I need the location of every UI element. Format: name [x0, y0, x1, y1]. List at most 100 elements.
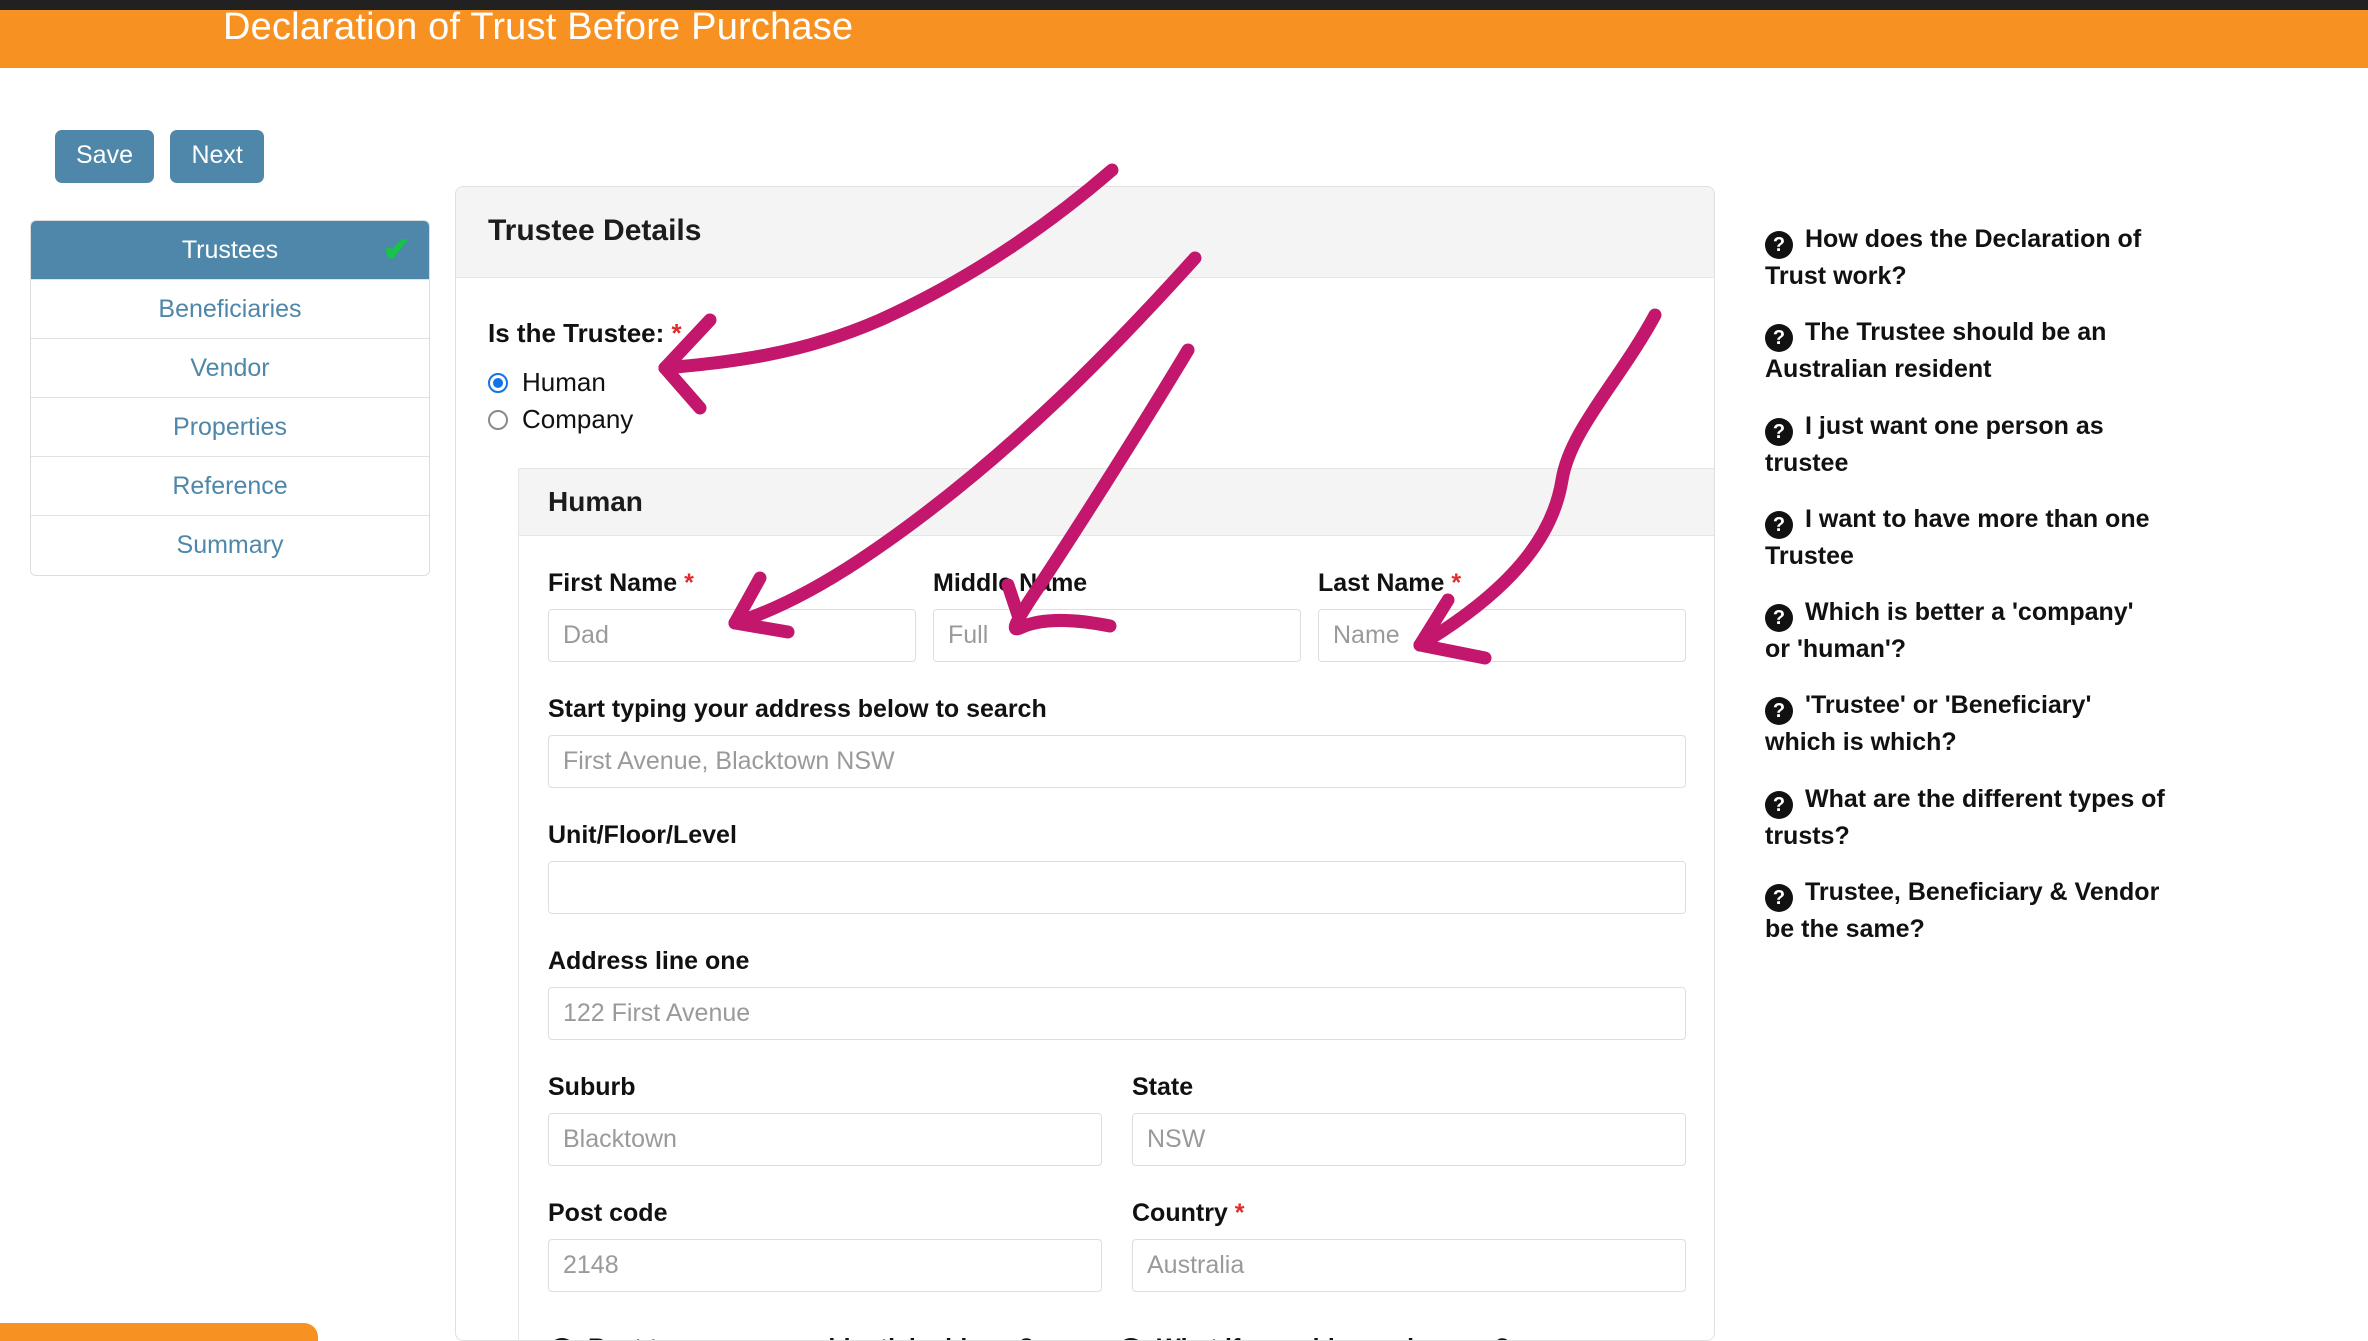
check-icon: ✔ [382, 231, 412, 269]
unit-floor-level-label: Unit/Floor/Level [548, 821, 737, 849]
faq-item-7[interactable]: ? Trustee, Beneficiary & Vendor be the sa… [1765, 875, 2165, 946]
card-body: Is the Trustee: * Human Company Human Fi… [456, 318, 1714, 1340]
faq-item-label: How does the Declaration of Trust work? [1765, 225, 2142, 290]
first-name-input[interactable] [548, 609, 916, 662]
save-button[interactable]: Save [55, 130, 154, 183]
sidebar-item-label: Trustees [181, 236, 279, 264]
state-input[interactable] [1132, 1113, 1686, 1166]
faq-item-0[interactable]: ? How does the Declaration of Trust work? [1765, 222, 2165, 293]
help-link-label: Best to use your residential address? [588, 1334, 1034, 1340]
required-asterisk: * [1234, 1199, 1245, 1227]
suburb-group: Suburb [548, 1040, 1102, 1166]
trustee-type-label: Is the Trustee: * [488, 318, 682, 348]
human-panel-body: First Name * Middle Name Last Name [519, 536, 1714, 1340]
question-mark-icon: ? [1765, 790, 1793, 819]
address-line-one-input[interactable] [548, 987, 1686, 1040]
card-header: Trustee Details [456, 187, 1714, 278]
address-search-input[interactable] [548, 735, 1686, 788]
required-asterisk: * [671, 318, 682, 348]
postcode-country-row: Post code Country * [548, 1166, 1686, 1292]
suburb-input[interactable] [548, 1113, 1102, 1166]
question-mark-icon: ? [1765, 883, 1793, 912]
address-help-links: ? Best to use your residential address? … [548, 1334, 1686, 1340]
middle-name-input[interactable] [933, 609, 1301, 662]
middle-name-label: Middle Name [933, 569, 1088, 597]
next-button[interactable]: Next [170, 130, 264, 183]
country-input[interactable] [1132, 1239, 1686, 1292]
radio-company-icon[interactable] [488, 409, 508, 430]
post-code-group: Post code [548, 1166, 1102, 1292]
faq-panel: ? How does the Declaration of Trust work?… [1765, 222, 2165, 968]
faq-item-label: Which is better a 'company' or 'human'? [1765, 598, 2134, 663]
middle-name-group: Middle Name [933, 536, 1301, 662]
help-link-address-changes[interactable]: ? What if my address changes? [1117, 1334, 1686, 1340]
radio-human-icon[interactable] [488, 372, 508, 393]
country-label: Country * [1132, 1199, 1245, 1227]
sidebar-item-trustees[interactable]: Trustees ✔ [31, 221, 429, 280]
post-code-input[interactable] [548, 1239, 1102, 1292]
post-code-label: Post code [548, 1199, 668, 1227]
faq-item-label: I want to have more than one Trustee [1765, 504, 2150, 570]
page-header-bar: Declaration of Trust Before Purchase [0, 6, 2368, 68]
country-group: Country * [1132, 1166, 1686, 1292]
sidebar-item-vendor[interactable]: Vendor [31, 339, 429, 398]
page-title: Declaration of Trust Before Purchase [223, 6, 854, 48]
question-mark-icon: ? [1765, 697, 1793, 726]
radio-company-label: Company [522, 404, 634, 434]
human-panel-title: Human [519, 469, 1714, 536]
wizard-step-nav: Trustees ✔ Beneficiaries Vendor Properti… [30, 220, 430, 576]
first-name-group: First Name * [548, 536, 916, 662]
faq-item-3[interactable]: ? I want to have more than one Trustee [1765, 502, 2165, 573]
sidebar-item-label: Vendor [190, 354, 270, 382]
help-link-residential-address[interactable]: ? Best to use your residential address? [548, 1334, 1117, 1340]
address-search-label: Start typing your address below to searc… [548, 695, 1047, 723]
help-link-label: What if my address changes? [1157, 1334, 1510, 1340]
sidebar-item-beneficiaries[interactable]: Beneficiaries [31, 280, 429, 339]
page-root: Declaration of Trust Before Purchase Sav… [0, 0, 2368, 1341]
faq-item-4[interactable]: ? Which is better a 'company' or 'human'? [1765, 595, 2165, 666]
sidebar-item-summary[interactable]: Summary [31, 516, 429, 575]
question-mark-icon: ? [1765, 510, 1793, 539]
faq-item-label: Trustee, Beneficiary & Vendor be the sam… [1765, 877, 2160, 943]
address-line-one-label: Address line one [548, 947, 750, 975]
last-name-group: Last Name * [1318, 536, 1686, 662]
human-sub-panel: Human First Name * Middle Name [518, 468, 1714, 1340]
sidebar-item-label: Properties [173, 413, 287, 441]
radio-option-human[interactable]: Human [488, 367, 1682, 398]
faq-item-5[interactable]: ? 'Trustee' or 'Beneficiary' which is whi… [1765, 688, 2165, 759]
faq-item-label: The Trustee should be an Australian resi… [1765, 318, 2107, 384]
trustee-type-radio-group: Human Company [488, 367, 1682, 435]
state-label: State [1132, 1073, 1194, 1101]
card-title: Trustee Details [488, 214, 702, 247]
question-mark-icon: ? [1765, 324, 1793, 353]
first-name-label: First Name * [548, 569, 694, 597]
faq-item-label: I just want one person as trustee [1765, 411, 2104, 477]
radio-option-company[interactable]: Company [488, 404, 1682, 435]
question-mark-icon: ? [1765, 604, 1793, 632]
name-fields-row: First Name * Middle Name Last Name [548, 536, 1686, 662]
question-mark-icon: ? [1765, 231, 1793, 259]
faq-item-label: What are the different types of trusts? [1765, 784, 2165, 850]
suburb-state-row: Suburb State [548, 1040, 1686, 1166]
last-name-input[interactable] [1318, 609, 1686, 662]
faq-item-6[interactable]: ? What are the different types of trusts? [1765, 782, 2165, 853]
action-button-row: Save Next [55, 130, 276, 183]
faq-item-1[interactable]: ? The Trustee should be an Australian res… [1765, 315, 2165, 386]
radio-human-label: Human [522, 367, 606, 397]
suburb-label: Suburb [548, 1073, 636, 1101]
sidebar-item-label: Summary [176, 531, 284, 559]
bottom-orange-tab [0, 1323, 318, 1341]
sidebar-item-reference[interactable]: Reference [31, 457, 429, 516]
state-group: State [1132, 1040, 1686, 1166]
last-name-label: Last Name * [1318, 569, 1462, 597]
required-asterisk: * [1451, 569, 1462, 597]
question-mark-icon: ? [1765, 417, 1793, 446]
trustee-details-card: Trustee Details Is the Trustee: * Human … [455, 186, 1715, 1341]
faq-item-2[interactable]: ? I just want one person as trustee [1765, 409, 2165, 480]
required-asterisk: * [684, 569, 694, 597]
unit-floor-level-input[interactable] [548, 861, 1686, 914]
sidebar-item-label: Reference [172, 472, 288, 500]
faq-item-label: 'Trustee' or 'Beneficiary' which is whic… [1765, 691, 2092, 757]
sidebar-item-properties[interactable]: Properties [31, 398, 429, 457]
sidebar-item-label: Beneficiaries [158, 295, 302, 323]
